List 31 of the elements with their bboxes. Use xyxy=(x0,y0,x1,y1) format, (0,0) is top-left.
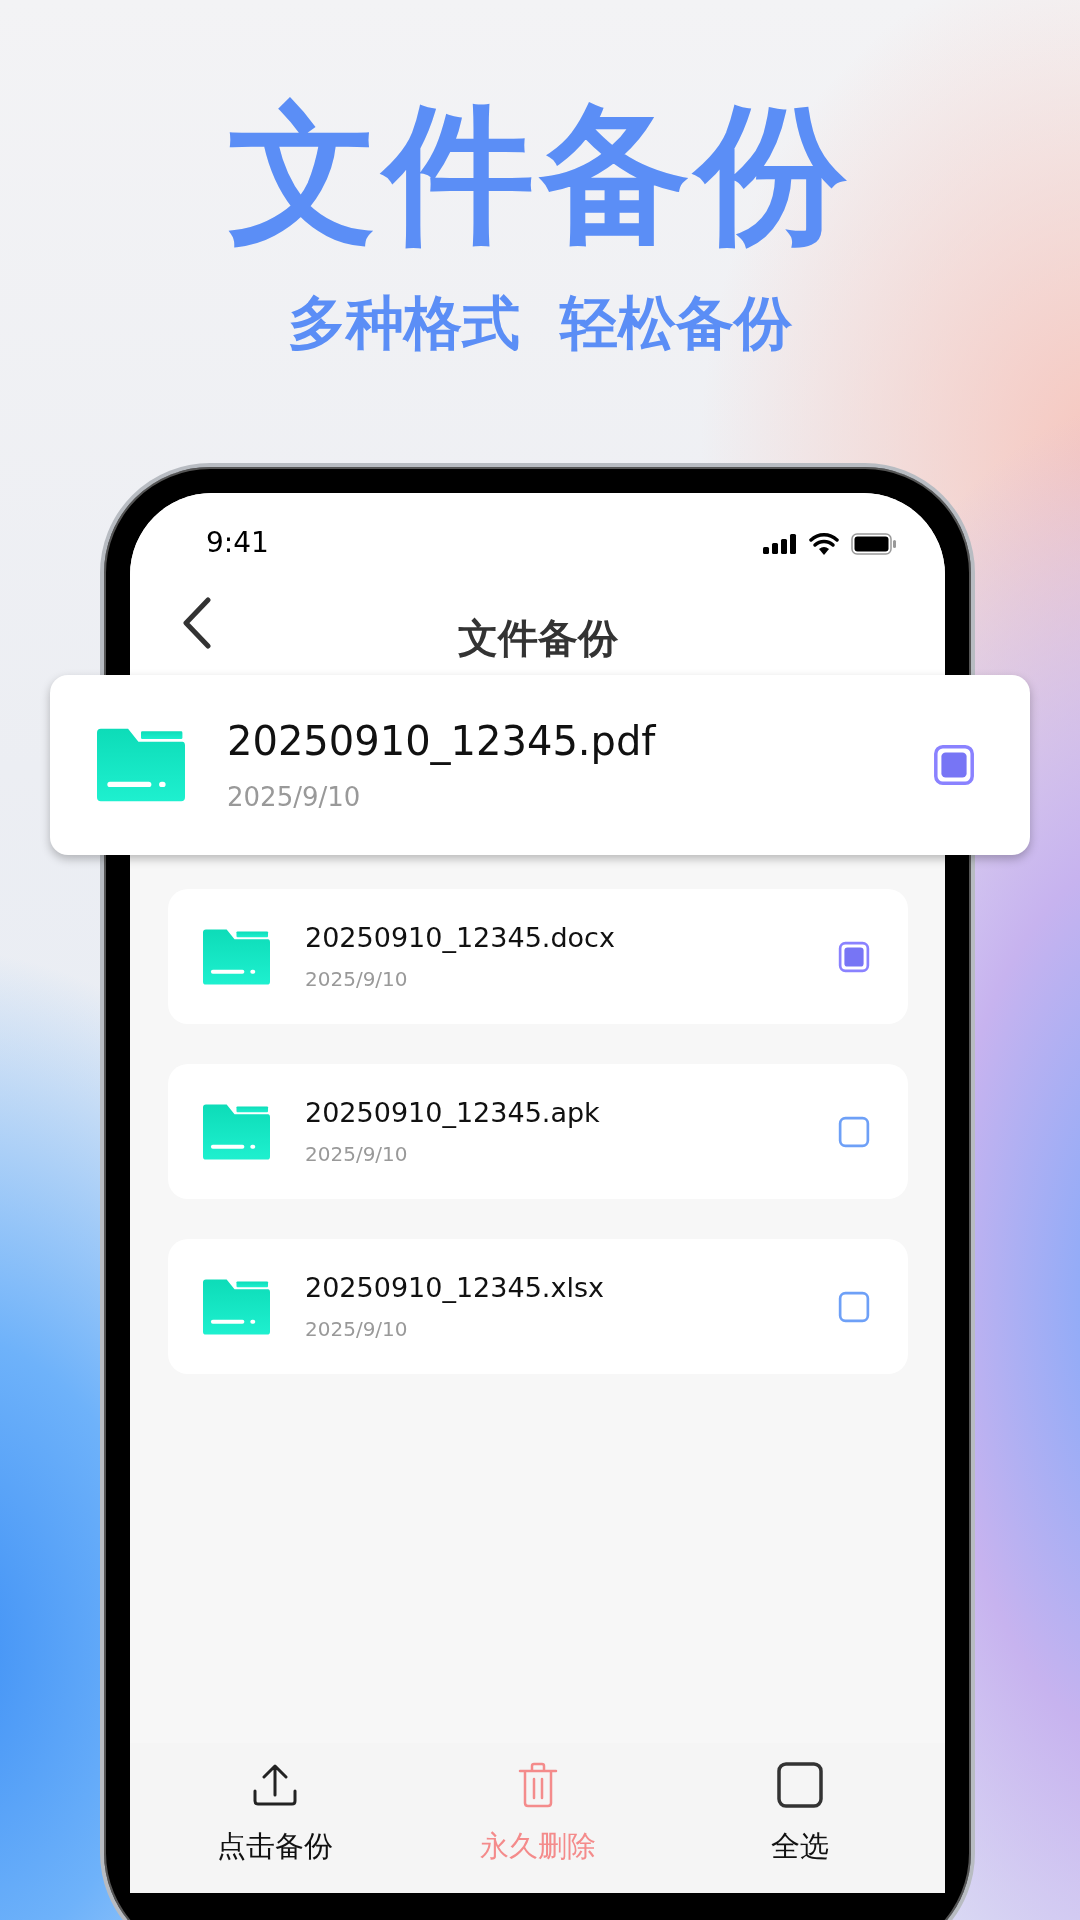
file-card[interactable]: 20250910_12345.apk 2025/9/10 xyxy=(168,1064,908,1199)
folder-icon xyxy=(97,728,185,802)
file-card[interactable]: 20250910_12345.xlsx 2025/9/10 xyxy=(168,1239,908,1374)
upload-action[interactable]: 点击备份 xyxy=(205,1743,345,1893)
status-time: 9:41 xyxy=(206,526,269,559)
page-title: 文件备份 xyxy=(457,614,618,663)
file-name: 20250910_12345.apk xyxy=(305,1097,601,1128)
file-name: 20250910_12345.pdf xyxy=(227,718,657,764)
file-card[interactable]: 20250910_12345.pdf 2025/9/10 xyxy=(50,675,1030,855)
subtitle: 多种格式 轻松备份 xyxy=(287,288,793,359)
headline: 文件备份 xyxy=(228,92,852,257)
file-date: 2025/9/10 xyxy=(227,782,362,812)
file-name: 20250910_12345.docx xyxy=(305,922,616,953)
file-card[interactable]: 20250910_12345.docx 2025/9/10 xyxy=(168,889,908,1024)
file-date: 2025/9/10 xyxy=(305,1142,409,1166)
checkbox-icon xyxy=(776,1761,824,1809)
folder-icon xyxy=(203,928,270,985)
file-date: 2025/9/10 xyxy=(305,967,409,991)
checked-checkbox[interactable] xyxy=(838,940,870,973)
checked-checkbox[interactable] xyxy=(933,744,975,786)
file-date: 2025/9/10 xyxy=(305,1317,409,1341)
back-icon[interactable] xyxy=(182,597,212,649)
battery-icon xyxy=(851,533,897,555)
folder-icon xyxy=(203,1278,270,1335)
signal-icon xyxy=(763,534,797,554)
select-action[interactable]: 全选 xyxy=(730,1743,870,1893)
checkbox[interactable] xyxy=(838,1115,870,1148)
folder-icon xyxy=(203,1103,270,1160)
wifi-icon xyxy=(809,533,839,555)
checkbox[interactable] xyxy=(838,1290,870,1323)
file-name: 20250910_12345.xlsx xyxy=(305,1272,605,1303)
